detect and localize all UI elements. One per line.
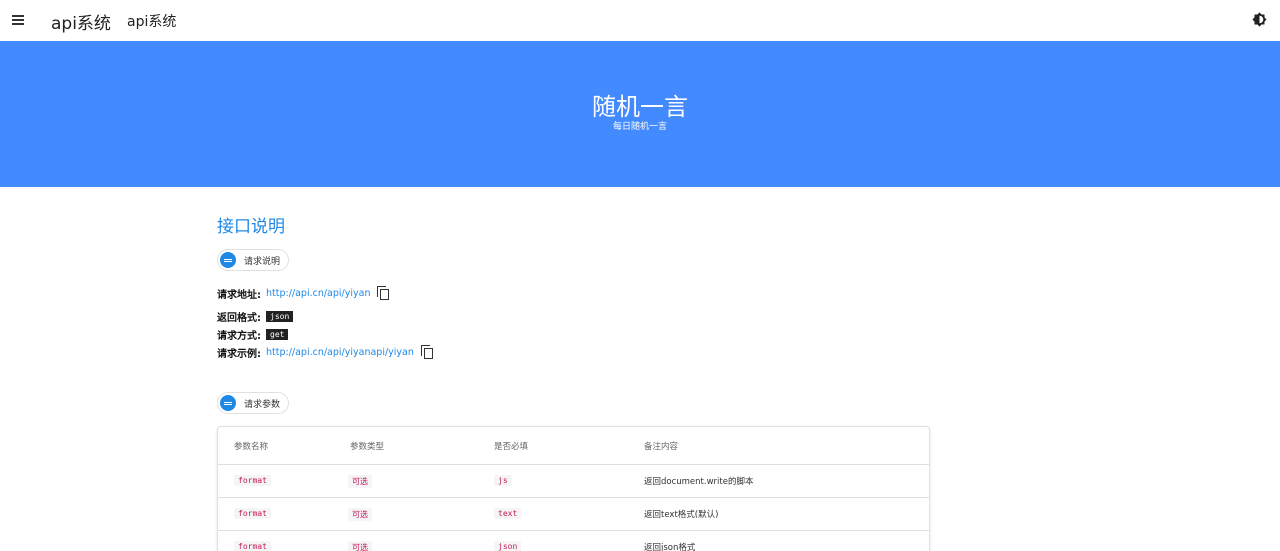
param-name: format bbox=[234, 541, 271, 551]
param-value: text bbox=[494, 508, 522, 519]
example-label: 请求示例: bbox=[217, 349, 261, 360]
app-title[interactable]: api系统 bbox=[51, 9, 111, 34]
notes-icon bbox=[220, 252, 236, 268]
example-link[interactable]: http://api.cn/api/yiyanapi/yiyan bbox=[266, 347, 414, 358]
copy-icon[interactable] bbox=[377, 286, 391, 301]
column-header: 参数类型 bbox=[350, 442, 385, 452]
top-app-bar: api系统 api系统 bbox=[0, 0, 1280, 41]
url-label: 请求地址: bbox=[217, 290, 261, 301]
table-row: format 可选 text 返回text格式(默认) bbox=[218, 498, 929, 531]
format-row: 返回格式: json bbox=[217, 309, 294, 324]
chip-label: 请求说明 bbox=[244, 256, 281, 267]
example-row: 请求示例: http://api.cn/api/yiyanapi/yiyan bbox=[217, 345, 435, 360]
section-title: 接口说明 bbox=[217, 217, 285, 237]
request-url-row: 请求地址: http://api.cn/api/yiyan bbox=[217, 286, 391, 301]
method-label: 请求方式: bbox=[217, 331, 261, 342]
chip-label: 请求参数 bbox=[244, 399, 281, 410]
hero-banner: 随机一言 每日随机一言 bbox=[0, 41, 1280, 187]
menu-icon[interactable] bbox=[11, 12, 27, 28]
table-row: format 可选 js 返回document.write的脚本 bbox=[218, 465, 929, 498]
column-header: 是否必填 bbox=[494, 442, 529, 452]
request-info-chip[interactable]: 请求说明 bbox=[217, 249, 290, 271]
notes-icon bbox=[220, 395, 236, 411]
param-name: format bbox=[234, 508, 271, 519]
param-type: 可选 bbox=[348, 508, 372, 521]
request-params-chip[interactable]: 请求参数 bbox=[217, 392, 290, 414]
format-label: 返回格式: bbox=[217, 313, 261, 324]
table-header: 参数名称 参数类型 是否必填 备注内容 bbox=[218, 427, 929, 465]
param-value: json bbox=[494, 541, 522, 551]
column-header: 参数名称 bbox=[234, 442, 269, 452]
copy-icon[interactable] bbox=[420, 345, 435, 360]
param-note: 返回text格式(默认) bbox=[644, 510, 719, 520]
param-value: js bbox=[494, 475, 512, 486]
param-type: 可选 bbox=[348, 475, 372, 488]
app-subtitle: api系统 bbox=[127, 14, 177, 30]
format-value: json bbox=[266, 311, 294, 322]
theme-toggle-icon[interactable] bbox=[1252, 12, 1267, 27]
method-value: get bbox=[266, 329, 289, 340]
param-note: 返回document.write的脚本 bbox=[644, 477, 754, 487]
params-table: 参数名称 参数类型 是否必填 备注内容 format 可选 js 返回docum… bbox=[217, 426, 930, 551]
param-name: format bbox=[234, 475, 271, 486]
method-row: 请求方式: get bbox=[217, 327, 289, 342]
page-subtitle: 每日随机一言 bbox=[612, 122, 667, 132]
param-type: 可选 bbox=[348, 541, 372, 551]
table-row: format 可选 json 返回json格式 bbox=[218, 531, 929, 551]
param-note: 返回json格式 bbox=[644, 543, 696, 551]
page-title: 随机一言 bbox=[592, 93, 688, 121]
column-header: 备注内容 bbox=[644, 442, 679, 452]
url-link[interactable]: http://api.cn/api/yiyan bbox=[266, 288, 370, 299]
